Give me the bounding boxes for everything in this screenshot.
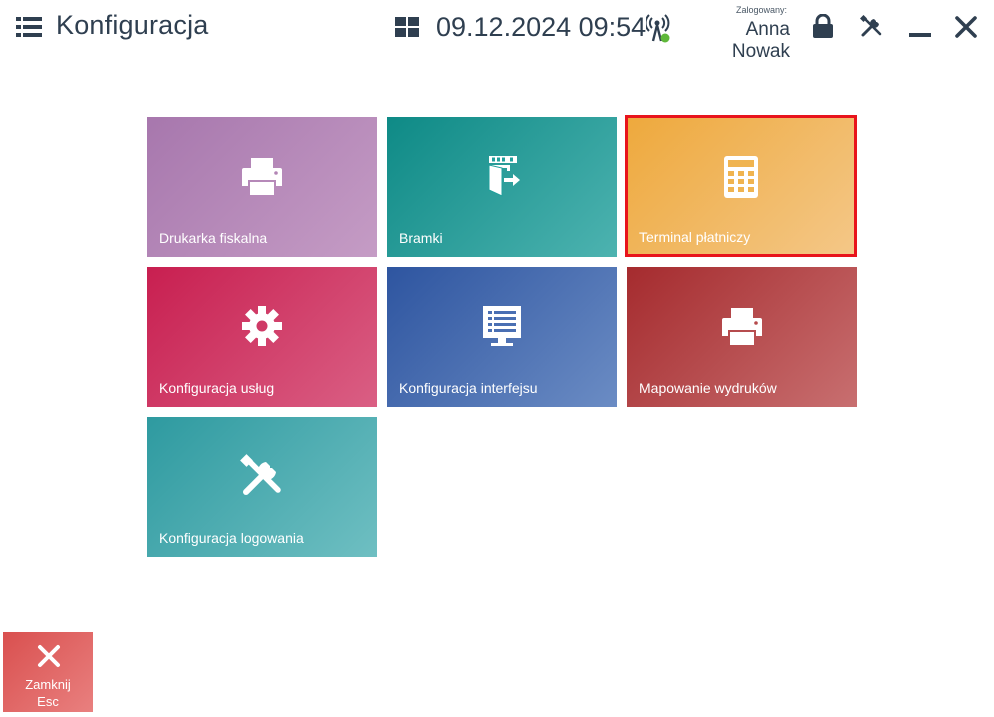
minimize-icon[interactable] <box>909 16 931 38</box>
close-shortcut: Esc <box>37 694 59 709</box>
tile-label: Konfiguracja interfejsu <box>399 380 538 396</box>
close-icon[interactable] <box>955 16 977 38</box>
printer-icon <box>242 158 282 195</box>
header: Konfiguracja 09.12.2024 09:54 Zalogowany… <box>0 0 994 62</box>
tiles-view-icon[interactable] <box>395 17 419 37</box>
lock-icon[interactable] <box>812 14 834 38</box>
close-esc-button[interactable]: Zamknij Esc <box>3 632 93 712</box>
gear-icon <box>242 306 282 346</box>
tile-interface-configuration[interactable]: Konfiguracja interfejsu <box>387 267 617 407</box>
datetime: 09.12.2024 09:54 <box>436 12 647 42</box>
tile-label: Terminal płatniczy <box>639 229 751 245</box>
monitor-icon <box>483 306 521 346</box>
tile-fiscal-printer[interactable]: Drukarka fiskalna <box>147 117 377 257</box>
tile-label: Konfiguracja logowania <box>159 530 304 546</box>
connection-antenna-icon <box>646 14 670 43</box>
tile-label: Mapowanie wydruków <box>639 380 777 396</box>
gate-icon <box>488 156 520 197</box>
tile-login-configuration[interactable]: Konfiguracja logowania <box>147 417 377 557</box>
user-name: Anna Nowak <box>731 19 790 62</box>
tile-service-configuration[interactable]: Konfiguracja usług <box>147 267 377 407</box>
close-button-label: Zamknij Esc <box>3 676 93 710</box>
close-x-icon <box>38 645 60 667</box>
calculator-icon <box>724 156 758 198</box>
tile-label: Drukarka fiskalna <box>159 230 268 246</box>
tile-gates[interactable]: Bramki <box>387 117 617 257</box>
menu-list-icon[interactable] <box>16 16 42 38</box>
tile-payment-terminal[interactable]: Terminal płatniczy <box>625 115 857 257</box>
settings-tools-icon[interactable] <box>860 15 883 38</box>
printer-icon <box>722 308 762 345</box>
tile-label: Bramki <box>399 230 443 246</box>
logged-in-label: Zalogowany: <box>736 5 788 15</box>
page-title: Konfiguracja <box>56 10 209 40</box>
close-label: Zamknij <box>25 677 71 692</box>
tile-label: Konfiguracja usług <box>159 380 275 396</box>
tile-print-mapping[interactable]: Mapowanie wydruków <box>627 267 857 407</box>
tools-icon <box>240 454 281 495</box>
